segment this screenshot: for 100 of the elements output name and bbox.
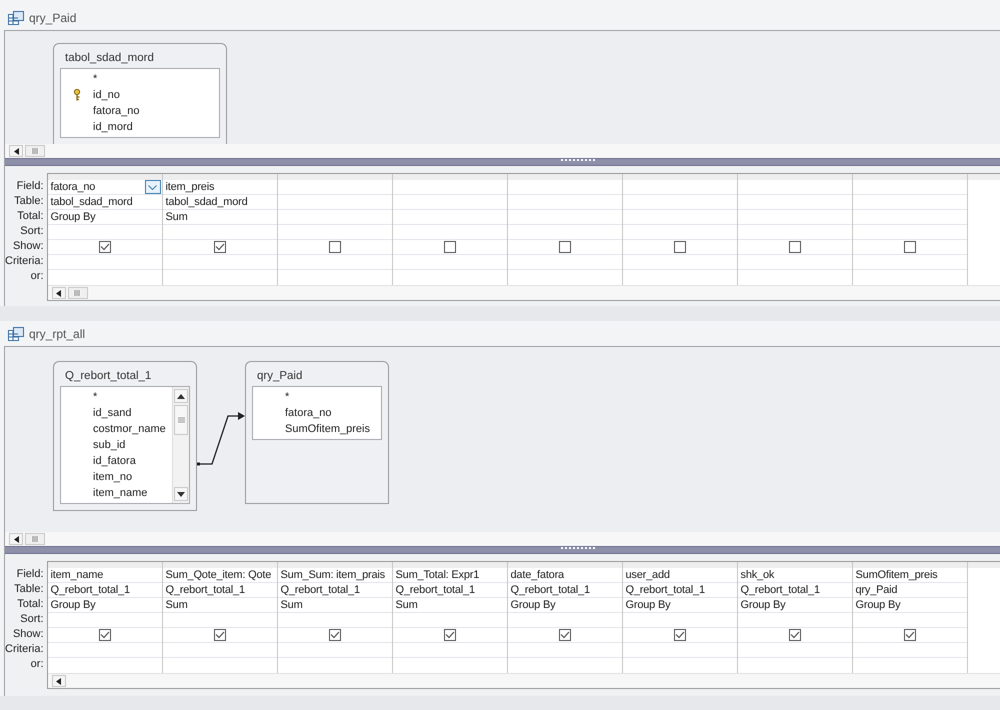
field-name[interactable]: SumOfitem_preis — [285, 421, 370, 437]
show-checkbox[interactable] — [98, 629, 111, 641]
show-checkbox[interactable] — [558, 629, 571, 641]
row-label: or: — [30, 657, 44, 672]
field-name[interactable]: id_no — [93, 87, 120, 103]
scroll-thumb[interactable] — [25, 145, 45, 157]
grid-cell[interactable]: SumOfitem_preis — [856, 568, 938, 582]
show-checkbox[interactable] — [214, 629, 226, 641]
checkmark-icon — [214, 243, 225, 251]
field-name[interactable]: id_sand — [93, 405, 132, 421]
grid-cell[interactable]: Q_rebort_total_1 — [50, 583, 130, 597]
table-field-list[interactable]: qry_Paid * fatora_no SumOfitem_preis — [245, 361, 389, 504]
grid-cell[interactable]: item_name — [50, 568, 104, 582]
grid-cell[interactable]: Sum_Sum: item_prais — [280, 568, 385, 582]
grid-cell[interactable]: Sum_Total: Expr1 — [396, 568, 480, 582]
grip-icon — [32, 148, 38, 154]
show-checkbox[interactable] — [558, 241, 571, 253]
scroll-thumb[interactable] — [174, 405, 188, 435]
grid-cell[interactable]: Group By — [50, 210, 96, 224]
table-name: tabol_sdad_mord — [64, 51, 155, 66]
scroll-left-button[interactable] — [52, 675, 66, 687]
window-title: qry_rpt_all — [29, 326, 86, 342]
grid-cell[interactable]: Sum — [166, 598, 188, 612]
table-field-list[interactable]: tabol_sdad_mord * id_no fatora_no id_mord — [53, 43, 227, 144]
grid-cell[interactable]: fatora_no — [50, 180, 96, 194]
grid-cell[interactable]: Q_rebort_total_1 — [626, 583, 705, 597]
field-name[interactable]: sub_id — [93, 437, 126, 453]
show-checkbox[interactable] — [674, 629, 686, 641]
grid-cell[interactable]: Sum_Qote_item: Qote — [166, 568, 272, 582]
field-name[interactable]: costmor_name — [93, 421, 166, 437]
grid-cell[interactable]: Group By — [740, 598, 786, 612]
grid-cell[interactable]: Sum — [396, 598, 418, 612]
grid-cell[interactable]: tabol_sdad_mord — [166, 195, 248, 209]
show-checkbox[interactable] — [444, 241, 456, 253]
scroll-down-button[interactable] — [174, 487, 188, 501]
field-name[interactable]: item_no — [93, 469, 132, 485]
field-name[interactable]: * — [285, 389, 290, 405]
grid-cell[interactable]: Q_rebort_total_1 — [510, 583, 590, 597]
grid-cell[interactable]: tabol_sdad_mord — [50, 195, 133, 209]
grip-icon — [178, 417, 184, 423]
checkmark-icon — [560, 631, 570, 639]
show-checkbox[interactable] — [788, 629, 801, 641]
vertical-scrollbar[interactable] — [172, 387, 189, 503]
horizontal-scrollbar[interactable] — [5, 532, 1000, 546]
table-field-list[interactable]: Q_rebort_total_1 * id_sand costmor_name sub_id id_fatora item_no item_name — [53, 361, 197, 511]
scroll-thumb[interactable] — [68, 287, 88, 299]
checkmark-icon — [100, 631, 110, 639]
show-checkbox[interactable] — [98, 241, 111, 253]
grid-cell[interactable]: Sum — [166, 210, 188, 224]
row-label: Criteria: — [5, 642, 44, 657]
show-checkbox[interactable] — [444, 629, 456, 641]
field-name[interactable]: item_name — [93, 485, 148, 501]
show-checkbox[interactable] — [904, 241, 916, 253]
dropdown-button[interactable] — [144, 180, 161, 194]
grid-cell[interactable]: date_fatora — [510, 568, 564, 582]
horizontal-scrollbar[interactable] — [5, 144, 1000, 158]
scroll-left-button[interactable] — [9, 533, 23, 545]
field-name[interactable]: id_mord — [93, 119, 133, 135]
field-name[interactable]: fatora_no — [285, 405, 332, 421]
grid-cell[interactable]: item_preis — [166, 180, 214, 194]
show-checkbox[interactable] — [328, 241, 341, 253]
field-name[interactable]: fatora_no — [93, 103, 140, 119]
checkmark-icon — [330, 631, 340, 639]
show-checkbox[interactable] — [674, 241, 686, 253]
scroll-left-button[interactable] — [9, 145, 23, 157]
scroll-thumb[interactable] — [25, 533, 45, 545]
grid-cell[interactable]: Group By — [510, 598, 556, 612]
show-checkbox[interactable] — [788, 241, 801, 253]
grid-cell[interactable]: Group By — [50, 598, 96, 612]
grid-cell[interactable]: user_add — [626, 568, 670, 582]
grid-cell[interactable]: shk_ok — [740, 568, 774, 582]
field-name[interactable]: * — [93, 71, 98, 87]
row-label: Total: — [17, 209, 44, 224]
left-arrow-icon — [14, 536, 18, 542]
row-label: Total: — [17, 597, 44, 612]
field-name[interactable]: id_fatora — [93, 453, 136, 469]
show-checkbox[interactable] — [214, 241, 226, 253]
row-label: Field: — [16, 567, 44, 582]
table-name: Q_rebort_total_1 — [64, 369, 152, 384]
grid-cell[interactable]: Group By — [856, 598, 900, 612]
field-name[interactable]: * — [93, 389, 98, 405]
up-arrow-icon — [177, 394, 185, 398]
row-label: Criteria: — [5, 254, 44, 269]
splitter-grip-icon — [560, 547, 594, 550]
grid-cell[interactable]: qry_Paid — [856, 583, 898, 597]
grid-cell[interactable]: Q_rebort_total_1 — [396, 583, 475, 597]
grid-cell[interactable]: Sum — [280, 598, 303, 612]
show-checkbox[interactable] — [904, 629, 916, 641]
row-label: Field: — [16, 179, 44, 194]
relationship-line[interactable] — [197, 412, 245, 466]
grid-cell[interactable]: Q_rebort_total_1 — [740, 583, 820, 597]
grid-cell[interactable]: Q_rebort_total_1 — [166, 583, 245, 597]
grid-cell[interactable]: Group By — [626, 598, 670, 612]
window-title: qry_Paid — [29, 10, 76, 27]
checkmark-icon — [790, 631, 800, 639]
scroll-left-button[interactable] — [52, 287, 66, 299]
chevron-down-icon — [148, 184, 158, 190]
scroll-up-button[interactable] — [174, 389, 188, 403]
show-checkbox[interactable] — [328, 629, 341, 641]
grid-cell[interactable]: Q_rebort_total_1 — [280, 583, 360, 597]
